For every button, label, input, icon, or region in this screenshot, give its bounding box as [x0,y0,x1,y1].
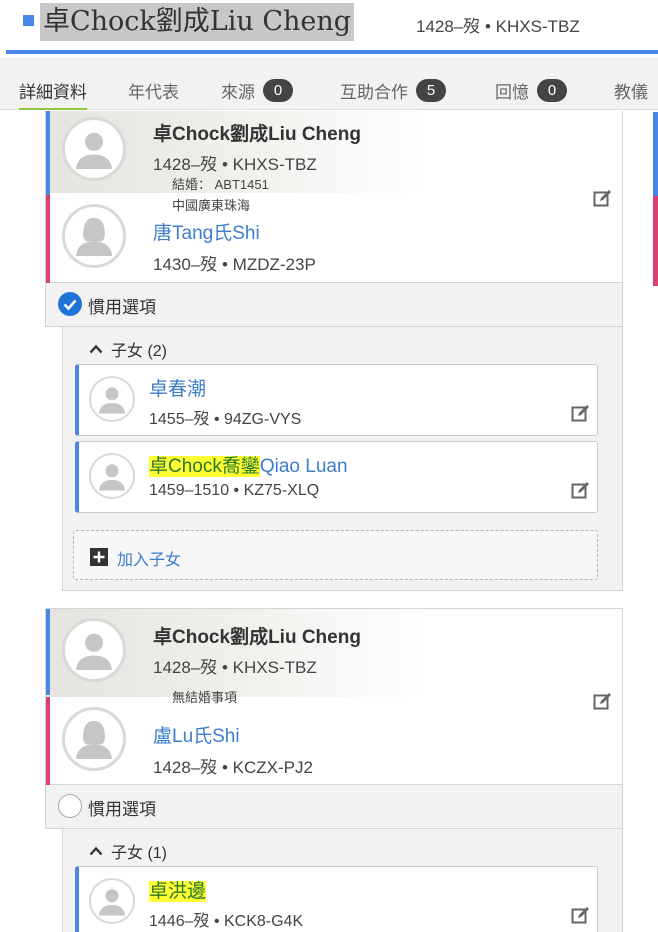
wife-row[interactable]: 唐Tang氏Shi 1430–歿 • MZDZ-23P [46,195,624,283]
child-name-text: Qiao Luan [259,456,348,477]
preferred-label: 慣用選項 [88,298,156,317]
count-badge: 0 [537,79,567,102]
person-meta: 1428–歿 • KHXS-TBZ [153,155,317,174]
tab-label: 來源 [221,83,255,102]
children-toggle[interactable]: 子女 (2) [89,337,167,361]
child-meta: 1455–歿 • 94ZG-VYS [149,411,302,428]
male-avatar-icon [89,453,135,499]
children-section: 子女 (1) 卓洪邊 1446–歿 • KCK8-G4K [62,829,623,932]
person-name[interactable]: 唐Tang氏Shi [153,218,260,245]
tab-memories[interactable]: 回憶 0 [495,78,567,103]
preferred-option[interactable]: 慣用選項 [45,785,623,829]
preferred-label: 慣用選項 [88,800,156,819]
female-avatar-icon [62,707,126,771]
tab-label: 年代表 [128,83,179,102]
tab-details[interactable]: 詳細資料 [19,78,87,110]
add-child-button[interactable]: 加入子女 [73,530,598,580]
tab-label: 回憶 [495,83,529,102]
male-avatar-icon [89,878,135,924]
children-section: 子女 (2) 卓春潮 1455–歿 • 94ZG-VYS 卓Chock喬鑾Qia… [62,327,623,591]
edit-couple-icon[interactable] [593,188,613,208]
child-card[interactable]: 卓洪邊 1446–歿 • KCK8-G4K [75,866,598,932]
person-name[interactable]: 盧Lu氏Shi [153,721,240,748]
radio-empty-icon[interactable] [58,794,82,818]
search-highlight: 卓洪邊 [149,881,207,902]
tab-bar: 詳細資料 年代表 來源 0 互助合作 5 回憶 0 教儀 [0,58,658,110]
tab-collaborate[interactable]: 互助合作 5 [340,78,446,103]
check-circle-icon[interactable] [58,292,82,316]
child-name[interactable]: 卓Chock喬鑾Qiao Luan [149,451,348,478]
person-meta: 1428–歿 • KHXS-TBZ [153,658,317,677]
children-count-label: 子女 (1) [111,845,168,862]
male-avatar-icon [62,117,126,181]
person-meta: 1430–歿 • MZDZ-23P [153,255,316,274]
children-toggle[interactable]: 子女 (1) [89,839,167,863]
header-meta: 1428–歿 • KHXS-TBZ [416,17,580,36]
husband-row[interactable]: 卓Chock劉成Liu Cheng 1428–歿 • KHXS-TBZ [46,609,624,695]
child-meta: 1446–歿 • KCK8-G4K [149,913,304,930]
side-card-edge-female [653,196,658,286]
child-name[interactable]: 卓春潮 [149,374,206,401]
count-badge: 0 [263,79,293,102]
add-child-label: 加入子女 [117,552,182,569]
tab-sources[interactable]: 來源 0 [221,78,293,103]
children-count-label: 子女 (2) [111,343,168,360]
child-card[interactable]: 卓春潮 1455–歿 • 94ZG-VYS [75,364,598,436]
person-name: 卓Chock劉成Liu Cheng [153,627,361,648]
child-name-text: 卓春潮 [149,379,207,400]
plus-icon [90,548,108,566]
child-name[interactable]: 卓洪邊 [149,876,207,903]
page-title: 卓Chock劉成Liu Cheng [40,3,355,41]
female-avatar-icon [62,204,126,268]
tab-timeline[interactable]: 年代表 [128,78,179,103]
side-card-edge-male [653,112,658,196]
chevron-up-icon [89,344,103,354]
edit-child-icon[interactable] [571,403,591,423]
tab-ordinances[interactable]: 教儀 [614,78,648,103]
person-header: 卓Chock劉成Liu Cheng 1428–歿 • KHXS-TBZ [6,0,658,54]
male-avatar-icon [62,618,126,682]
edit-child-icon[interactable] [571,905,591,925]
couple-card: 卓Chock劉成Liu Cheng 1428–歿 • KHXS-TBZ 結婚： … [45,111,623,283]
child-card[interactable]: 卓Chock喬鑾Qiao Luan 1459–1510 • KZ75-XLQ [75,441,598,513]
tab-label: 詳細資料 [19,83,87,102]
tab-label: 教儀 [614,83,648,102]
male-avatar-icon [89,376,135,422]
person-name: 卓Chock劉成Liu Cheng [153,124,361,145]
marriage-date: 結婚： ABT1451 [172,177,269,192]
count-badge: 5 [416,79,446,102]
husband-row[interactable]: 卓Chock劉成Liu Cheng 1428–歿 • KHXS-TBZ [46,111,624,195]
wife-row[interactable]: 盧Lu氏Shi 1428–歿 • KCZX-PJ2 [46,697,624,785]
tab-label: 互助合作 [340,83,408,102]
search-highlight: 卓Chock喬鑾 [149,456,260,477]
edit-couple-icon[interactable] [593,691,613,711]
edit-child-icon[interactable] [571,480,591,500]
couple-card: 卓Chock劉成Liu Cheng 1428–歿 • KHXS-TBZ 無結婚事… [45,608,623,785]
child-meta: 1459–1510 • KZ75-XLQ [149,482,320,499]
header-marker [23,15,34,26]
chevron-up-icon [89,846,103,856]
preferred-option[interactable]: 慣用選項 [45,283,623,327]
person-meta: 1428–歿 • KCZX-PJ2 [153,758,313,777]
